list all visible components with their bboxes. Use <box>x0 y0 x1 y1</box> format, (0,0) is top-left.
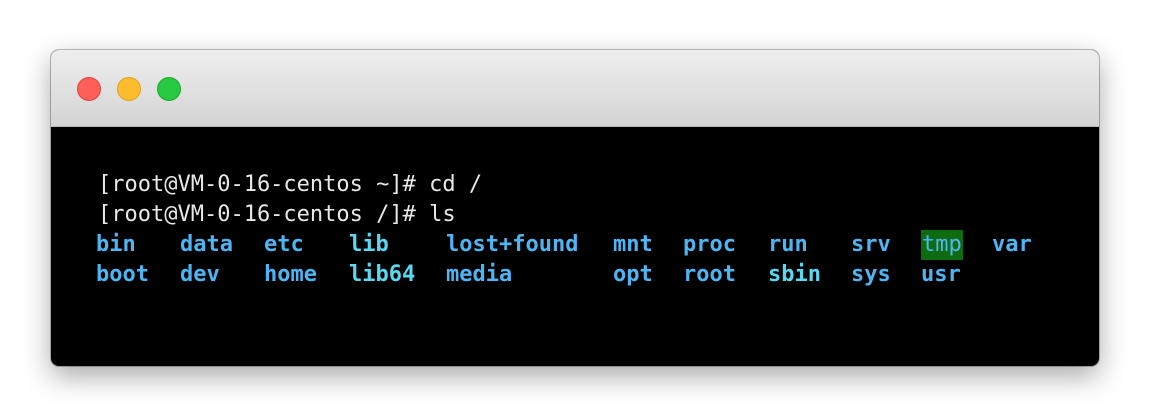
terminal-window: [root@VM-0-16-centos ~]# cd / [root@VM-0… <box>51 50 1099 366</box>
dir-entry: etc <box>264 232 304 257</box>
dir-entry: proc <box>683 232 736 257</box>
dir-entry: usr <box>921 262 961 287</box>
command-line: [root@VM-0-16-centos ~]# cd / <box>98 172 483 197</box>
dir-entry: lib <box>349 232 389 257</box>
ls-output-row: bin data etc lib lost+found mnt proc run… <box>96 230 1099 260</box>
minimize-button[interactable] <box>117 77 141 101</box>
close-button[interactable] <box>77 77 101 101</box>
dir-entry: run <box>768 232 808 257</box>
title-bar <box>51 50 1099 127</box>
dir-entry: boot <box>96 262 149 287</box>
maximize-button[interactable] <box>157 77 181 101</box>
dir-entry: opt <box>613 262 653 287</box>
dir-entry: bin <box>96 232 136 257</box>
dir-entry-sticky: tmp <box>921 230 963 260</box>
command-line: [root@VM-0-16-centos /]# ls <box>98 202 456 227</box>
dir-entry: data <box>180 232 233 257</box>
dir-entry: mnt <box>613 232 653 257</box>
dir-entry: var <box>992 232 1032 257</box>
dir-entry: home <box>264 262 317 287</box>
ls-output-row: boot dev home lib64 media opt root sbin … <box>96 260 1099 290</box>
dir-entry: lib64 <box>349 262 416 287</box>
dir-entry: sys <box>851 262 891 287</box>
dir-entry: sbin <box>768 262 821 287</box>
dir-entry: dev <box>180 262 220 287</box>
dir-entry: root <box>683 262 736 287</box>
terminal-output[interactable]: [root@VM-0-16-centos ~]# cd / [root@VM-0… <box>96 170 1099 366</box>
dir-entry: srv <box>851 232 891 257</box>
dir-entry: lost+found <box>446 232 579 257</box>
dir-entry: media <box>446 262 513 287</box>
